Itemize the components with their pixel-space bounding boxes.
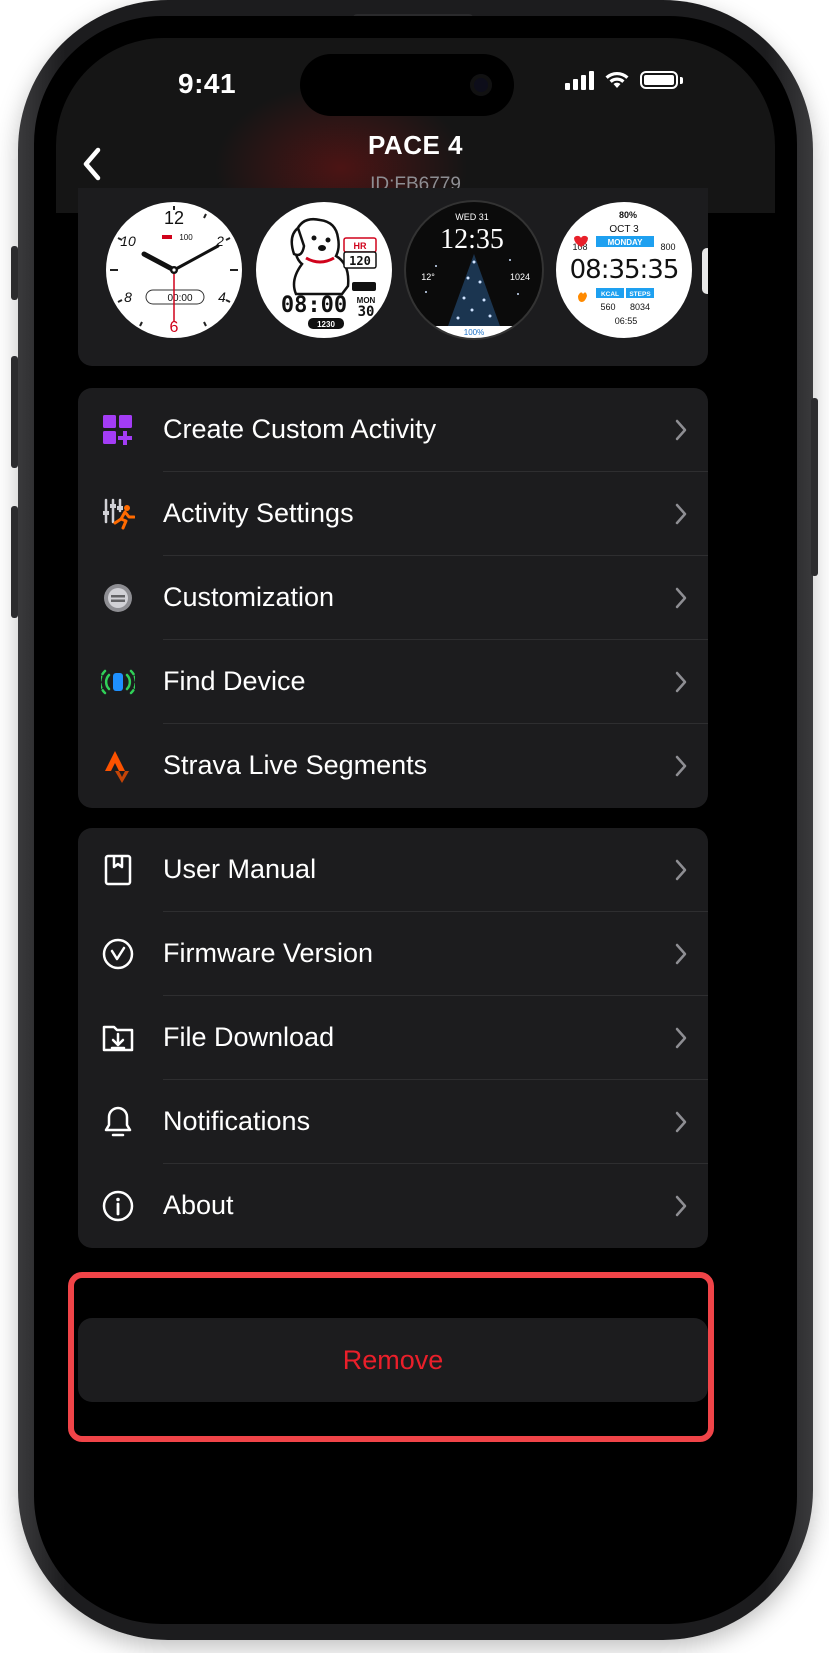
page-title: PACE 4	[368, 130, 463, 160]
battery-icon	[640, 71, 678, 89]
status-time: 9:41	[178, 68, 237, 99]
next-watch-face-peek	[702, 248, 708, 294]
digital-day: MONDAY	[608, 238, 643, 247]
watch-face-dog[interactable]: HR 120 08:00 MON 30 1230	[256, 202, 392, 338]
volume-up-button	[11, 356, 18, 468]
digital-kcal: 560	[600, 302, 615, 312]
wifi-icon	[605, 72, 629, 88]
digital-elevation: 800	[660, 242, 675, 252]
watch-icon	[100, 580, 136, 616]
menu-group-device: Create Custom Activity Activity Settings	[78, 388, 708, 808]
digital-kcal-label: KCAL	[601, 291, 619, 298]
screen: 9:41 PACE 4 ID:FB6779 12 10 2 8 4 6 100 …	[56, 38, 775, 1602]
watch-face-analog[interactable]: 12 10 2 8 4 6 100 00:00	[106, 202, 242, 338]
digital-steps-label: STEPS	[629, 291, 651, 298]
folder-download-icon	[100, 1020, 136, 1056]
menu-label: Activity Settings	[163, 498, 354, 528]
hour-12: 12	[164, 208, 184, 228]
menu-find-device[interactable]: Find Device	[78, 640, 708, 724]
menu-label: Find Device	[163, 666, 306, 696]
camera-icon	[470, 74, 492, 96]
battery-tip	[680, 76, 683, 84]
menu-about[interactable]: About	[78, 1164, 708, 1248]
menu-customization[interactable]: Customization	[78, 556, 708, 640]
dog-time: 08:00	[281, 293, 347, 318]
menu-user-manual[interactable]: User Manual	[78, 828, 708, 912]
menu-label: Strava Live Segments	[163, 750, 428, 780]
menu-strava-live-segments[interactable]: Strava Live Segments	[78, 724, 708, 808]
check-circle-icon	[100, 936, 136, 972]
digital-date: OCT 3	[609, 224, 639, 235]
digital-face-graphic: 80% OCT 3 MONDAY 108 800 08:35:35 KCAL S…	[570, 210, 680, 326]
watch-face-christmas[interactable]: WED 31 12:35 12° 1024 100%	[406, 202, 542, 338]
bell-icon	[100, 1104, 136, 1140]
hr-label: HR	[354, 241, 367, 251]
xmas-time: 12:35	[440, 224, 504, 255]
chevron-right-icon	[675, 1027, 687, 1049]
hour-4: 4	[218, 289, 226, 305]
chevron-right-icon	[675, 587, 687, 609]
menu-create-custom-activity[interactable]: Create Custom Activity	[78, 388, 708, 472]
timer-value: 00:00	[167, 293, 192, 304]
running-settings-icon	[100, 496, 136, 532]
book-icon	[100, 852, 136, 888]
menu-label: File Download	[163, 1022, 335, 1052]
watch-face-digital[interactable]: 80% OCT 3 MONDAY 108 800 08:35:35 KCAL S…	[556, 202, 692, 338]
menu-label: Customization	[163, 582, 335, 612]
chevron-right-icon	[675, 1195, 687, 1217]
chevron-right-icon	[675, 1111, 687, 1133]
menu-label: Firmware Version	[163, 938, 374, 968]
dog-calories: 1230	[317, 320, 335, 329]
chevron-right-icon	[675, 755, 687, 777]
xmas-pressure: 1024	[510, 272, 530, 282]
digital-battery: 80%	[619, 210, 637, 220]
action-button	[11, 246, 18, 300]
dog-day: 30	[358, 304, 375, 320]
xmas-date: WED 31	[455, 212, 489, 222]
info-icon	[100, 1188, 136, 1224]
chevron-right-icon	[675, 859, 687, 881]
xmas-battery: 100%	[464, 328, 484, 337]
remove-button[interactable]: Remove	[78, 1318, 708, 1402]
hr-value: 120	[349, 254, 371, 268]
menu-label: Notifications	[163, 1106, 311, 1136]
steps-value: 100	[179, 233, 193, 242]
grid-plus-icon	[100, 412, 136, 448]
digital-sunrise: 06:55	[615, 316, 638, 326]
chevron-right-icon	[675, 943, 687, 965]
xmas-temp: 12°	[421, 272, 435, 282]
menu-firmware-version[interactable]: Firmware Version	[78, 912, 708, 996]
digital-steps: 8034	[630, 302, 650, 312]
chevron-right-icon	[675, 671, 687, 693]
analog-clock-graphic: 12 10 2 8 4 6 100 00:00	[110, 206, 238, 336]
find-device-icon	[100, 664, 136, 700]
chevron-right-icon	[675, 419, 687, 441]
menu-file-download[interactable]: File Download	[78, 996, 708, 1080]
menu-group-info: User Manual Firmware Version File Downlo…	[78, 828, 708, 1248]
volume-down-button	[11, 506, 18, 618]
dog-face-graphic: HR 120 08:00 MON 30 1230	[281, 218, 377, 329]
menu-label: Create Custom Activity	[163, 414, 437, 444]
power-button	[811, 398, 818, 576]
chevron-right-icon	[675, 503, 687, 525]
menu-activity-settings[interactable]: Activity Settings	[78, 472, 708, 556]
hour-8: 8	[124, 289, 132, 305]
cellular-signal-icon	[565, 70, 594, 90]
hour-10: 10	[120, 233, 136, 249]
menu-label: About	[163, 1190, 234, 1220]
watch-face-carousel[interactable]: 12 10 2 8 4 6 100 00:00 HR 120 08:00 MON…	[78, 188, 708, 366]
strava-icon	[100, 748, 136, 784]
menu-label: User Manual	[163, 854, 317, 884]
christmas-face-graphic: WED 31 12:35 12° 1024 100%	[406, 212, 542, 338]
digital-time: 08:35:35	[570, 255, 679, 285]
status-icons	[565, 70, 683, 90]
menu-notifications[interactable]: Notifications	[78, 1080, 708, 1164]
dynamic-island	[300, 54, 514, 116]
